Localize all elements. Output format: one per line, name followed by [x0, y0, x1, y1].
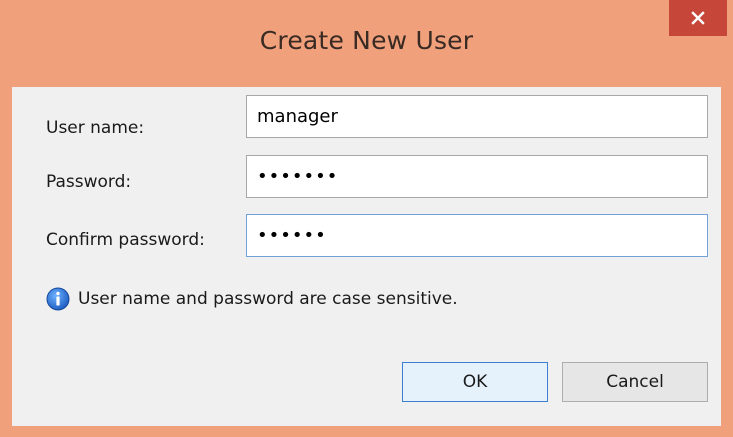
ok-button[interactable]: OK [402, 362, 548, 402]
username-field[interactable] [246, 95, 708, 138]
cancel-button[interactable]: Cancel [562, 362, 708, 402]
close-button[interactable] [669, 0, 727, 36]
create-user-dialog: Create New User User name: Password: Con… [0, 0, 733, 437]
info-text: User name and password are case sensitiv… [78, 289, 458, 309]
close-icon [691, 11, 705, 25]
confirm-password-field[interactable] [246, 214, 708, 257]
info-icon [46, 287, 70, 311]
dialog-title: Create New User [259, 26, 474, 55]
dialog-body: User name: Password: Confirm password: U… [12, 87, 721, 426]
info-message: User name and password are case sensitiv… [46, 287, 458, 311]
password-label: Password: [46, 172, 132, 192]
confirm-password-label: Confirm password: [46, 230, 205, 250]
title-bar[interactable]: Create New User [0, 0, 733, 87]
username-label: User name: [46, 118, 145, 138]
password-field[interactable] [246, 155, 708, 198]
